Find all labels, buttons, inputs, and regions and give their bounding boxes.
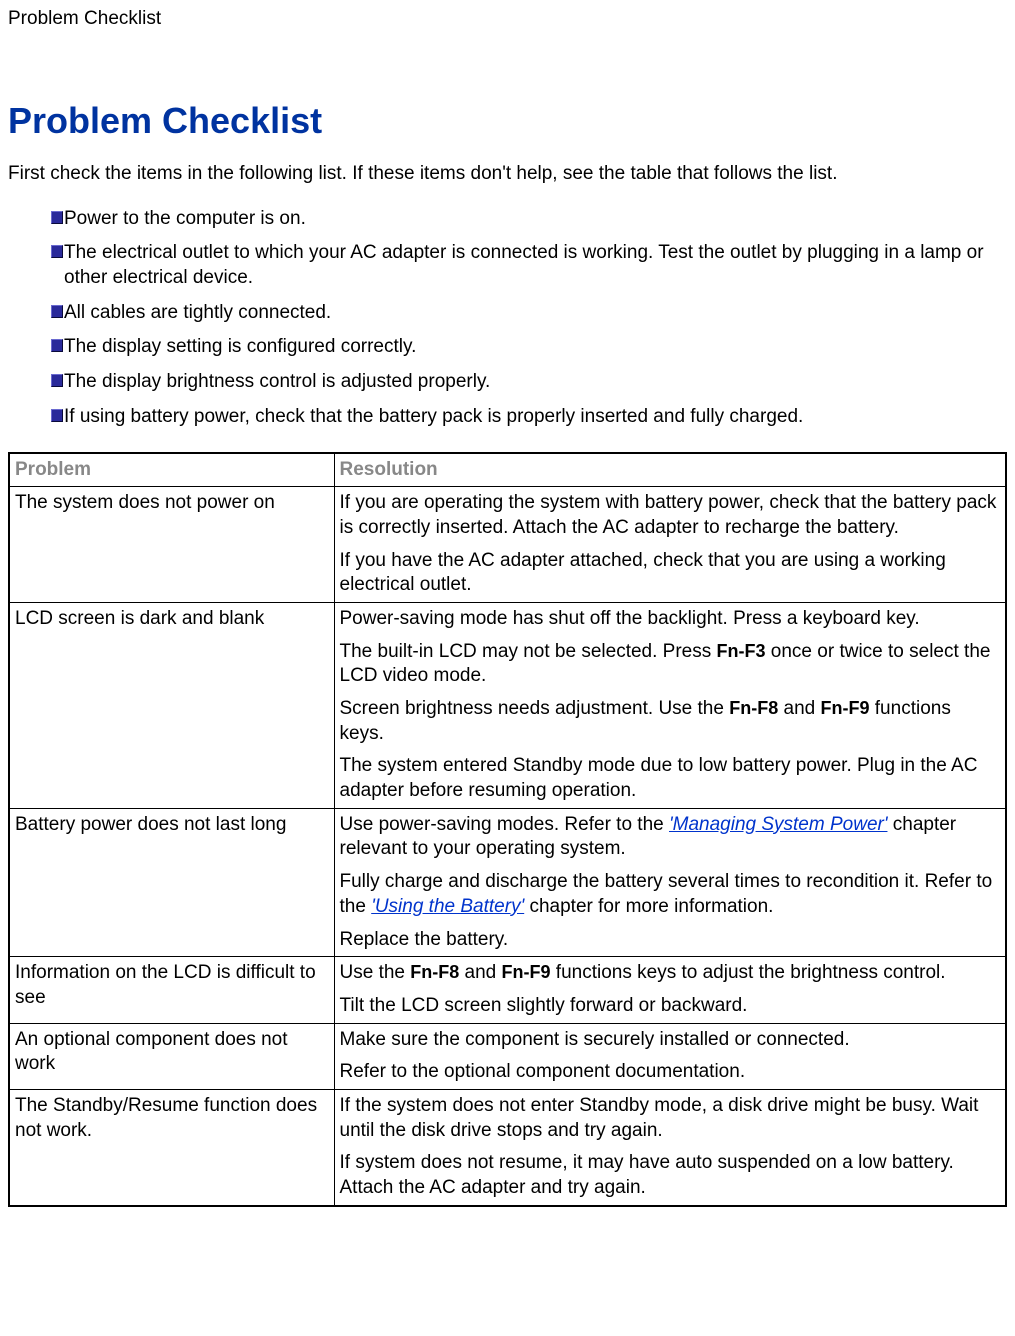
resolution-paragraph: Refer to the optional component document… <box>340 1060 1001 1085</box>
bullet-icon <box>51 245 63 258</box>
resolution-paragraph: If system does not resume, it may have a… <box>340 1151 1001 1200</box>
resolution-cell: If the system does not enter Standby mod… <box>334 1089 1006 1205</box>
checklist-item-text: All cables are tightly connected. <box>64 302 331 323</box>
problem-cell: An optional component does not work <box>9 1023 334 1089</box>
resolution-paragraph: Use the Fn-F8 and Fn-F9 functions keys t… <box>340 961 1001 986</box>
resolution-paragraph: The built-in LCD may not be selected. Pr… <box>340 640 1001 689</box>
main-heading: Problem Checklist <box>8 100 1007 142</box>
inline-link[interactable]: 'Using the Battery' <box>371 896 524 917</box>
resolution-cell: Use power-saving modes. Refer to the 'Ma… <box>334 808 1006 956</box>
resolution-cell: If you are operating the system with bat… <box>334 487 1006 603</box>
table-header-problem: Problem <box>9 453 334 487</box>
resolution-paragraph: Use power-saving modes. Refer to the 'Ma… <box>340 813 1001 862</box>
checklist-item-text: If using battery power, check that the b… <box>64 406 803 427</box>
table-row: Battery power does not last longUse powe… <box>9 808 1006 956</box>
problem-cell: The system does not power on <box>9 487 334 603</box>
bullet-icon <box>51 305 63 318</box>
table-row: The Standby/Resume function does not wor… <box>9 1089 1006 1205</box>
resolution-paragraph: If you have the AC adapter attached, che… <box>340 549 1001 598</box>
checklist-item-text: The display setting is configured correc… <box>64 336 416 357</box>
bullet-icon <box>51 211 63 224</box>
checklist-item: The display setting is configured correc… <box>64 335 1007 360</box>
table-row: LCD screen is dark and blankPower-saving… <box>9 602 1006 808</box>
resolution-paragraph: Tilt the LCD screen slightly forward or … <box>340 994 1001 1019</box>
keyboard-shortcut: Fn-F8 <box>410 962 459 982</box>
table-row: Information on the LCD is difficult to s… <box>9 957 1006 1023</box>
page-header: Problem Checklist <box>8 8 1007 30</box>
keyboard-shortcut: Fn-F9 <box>821 698 870 718</box>
resolution-paragraph: Power-saving mode has shut off the backl… <box>340 607 1001 632</box>
problem-table-body: The system does not power onIf you are o… <box>9 487 1006 1206</box>
problem-cell: Information on the LCD is difficult to s… <box>9 957 334 1023</box>
resolution-paragraph: The system entered Standby mode due to l… <box>340 754 1001 803</box>
keyboard-shortcut: Fn-F8 <box>729 698 778 718</box>
checklist-item-text: The display brightness control is adjust… <box>64 371 490 392</box>
resolution-paragraph: Make sure the component is securely inst… <box>340 1028 1001 1053</box>
bullet-icon <box>51 409 63 422</box>
resolution-cell: Make sure the component is securely inst… <box>334 1023 1006 1089</box>
bullet-icon <box>51 374 63 387</box>
table-row: An optional component does not workMake … <box>9 1023 1006 1089</box>
table-header-resolution: Resolution <box>334 453 1006 487</box>
resolution-paragraph: If you are operating the system with bat… <box>340 491 1001 540</box>
checklist-item: The display brightness control is adjust… <box>64 370 1007 395</box>
problem-cell: The Standby/Resume function does not wor… <box>9 1089 334 1205</box>
checklist-item: The electrical outlet to which your AC a… <box>64 241 1007 290</box>
checklist-item: If using battery power, check that the b… <box>64 405 1007 430</box>
inline-link[interactable]: 'Managing System Power' <box>669 814 887 835</box>
problem-cell: LCD screen is dark and blank <box>9 602 334 808</box>
resolution-paragraph: Screen brightness needs adjustment. Use … <box>340 697 1001 746</box>
resolution-paragraph: Fully charge and discharge the battery s… <box>340 870 1001 919</box>
checklist-item: Power to the computer is on. <box>64 207 1007 232</box>
checklist-item: All cables are tightly connected. <box>64 301 1007 326</box>
resolution-cell: Use the Fn-F8 and Fn-F9 functions keys t… <box>334 957 1006 1023</box>
bullet-icon <box>51 339 63 352</box>
keyboard-shortcut: Fn-F3 <box>717 641 766 661</box>
keyboard-shortcut: Fn-F9 <box>502 962 551 982</box>
resolution-paragraph: If the system does not enter Standby mod… <box>340 1094 1001 1143</box>
intro-paragraph: First check the items in the following l… <box>8 162 1007 187</box>
resolution-paragraph: Replace the battery. <box>340 928 1001 953</box>
checklist-item-text: Power to the computer is on. <box>64 208 306 229</box>
table-row: The system does not power onIf you are o… <box>9 487 1006 603</box>
problem-cell: Battery power does not last long <box>9 808 334 956</box>
checklist: Power to the computer is on. The electric… <box>8 207 1007 430</box>
problem-table: Problem Resolution The system does not p… <box>8 452 1007 1207</box>
resolution-cell: Power-saving mode has shut off the backl… <box>334 602 1006 808</box>
checklist-item-text: The electrical outlet to which your AC a… <box>64 242 984 288</box>
